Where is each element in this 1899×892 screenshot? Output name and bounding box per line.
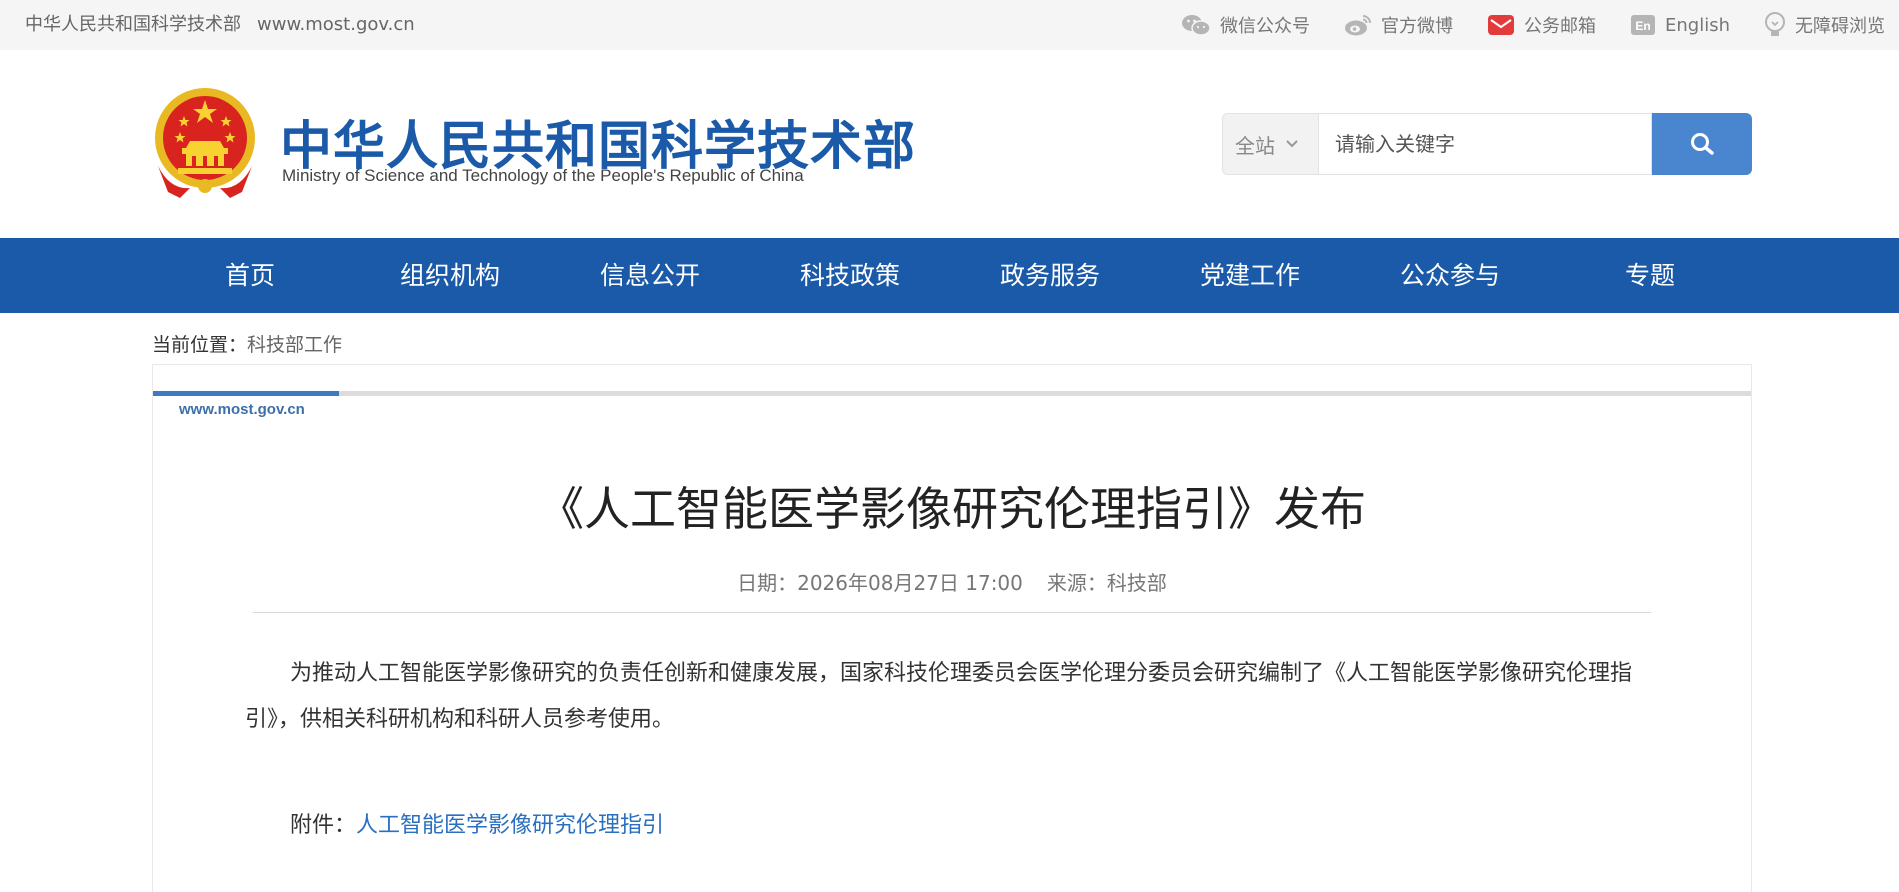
english-label: English [1665,14,1730,36]
topbar-links: 微信公众号 官方微博 公务邮箱 En English 无障碍浏览 [1147,0,1885,50]
search-button[interactable] [1652,113,1752,175]
article-body: 为推动人工智能医学影像研究的负责任创新和健康发展，国家科技伦理委员会医学伦理分委… [245,661,1633,732]
article-date: 2026年08月27日 17:00 [797,571,1023,595]
search-scope-label: 全站 [1235,133,1275,158]
article-meta: 日期：2026年08月27日 17:00 来源：科技部 [153,567,1751,596]
site-header: 中华人民共和国科学技术部 Ministry of Science and Tec… [0,50,1899,238]
nav-item-topics[interactable]: 专题 [1550,238,1750,313]
nav-item-information[interactable]: 信息公开 [550,238,750,313]
search-input[interactable] [1318,113,1652,175]
site-subtitle: Ministry of Science and Technology of th… [282,166,804,185]
card-top-rule [153,391,1751,396]
search-icon [1691,133,1714,155]
card-site-url: www.most.gov.cn [179,401,305,418]
article-title: 《人工智能医学影像研究伦理指引》发布 [538,482,1366,536]
meta-divider [253,612,1651,613]
breadcrumb-label: 当前位置： [152,334,248,356]
nav-item-home[interactable]: 首页 [150,238,350,313]
article-source: 科技部 [1106,571,1167,595]
attachment-label: 附件： [290,813,357,838]
nav-item-organization[interactable]: 组织机构 [350,238,550,313]
nav-item-services[interactable]: 政务服务 [950,238,1150,313]
topbar-left: 中华人民共和国科学技术部 www.most.gov.cn [25,0,415,50]
nav-item-public[interactable]: 公众参与 [1350,238,1550,313]
top-utility-bar: 中华人民共和国科学技术部 www.most.gov.cn 微信公众号 官方微博 [0,0,1899,50]
date-label: 日期： [737,571,798,595]
nav-item-policy[interactable]: 科技政策 [750,238,950,313]
accessibility-link[interactable]: 无障碍浏览 [1764,12,1885,38]
mail-label: 公务邮箱 [1524,16,1596,37]
english-link[interactable]: En English [1630,14,1730,36]
wechat-label: 微信公众号 [1220,16,1310,37]
breadcrumb-current[interactable]: 科技部工作 [247,334,342,356]
mail-link[interactable]: 公务邮箱 [1487,12,1596,38]
topbar-site-url: www.most.gov.cn [257,14,415,35]
accessibility-icon [1765,12,1785,36]
national-emblem-icon[interactable] [150,86,260,200]
wechat-link[interactable]: 微信公众号 [1181,12,1310,38]
weibo-icon [1345,15,1371,36]
search-scope-select[interactable]: 全站 [1222,113,1318,175]
accessibility-label: 无障碍浏览 [1795,16,1885,37]
search-bar: 全站 [1222,113,1752,175]
attachment: 附件：人工智能医学影像研究伦理指引 [290,807,664,839]
mail-icon [1488,15,1514,35]
svg-text:En: En [1635,19,1650,33]
nav-item-party[interactable]: 党建工作 [1150,238,1350,313]
weibo-link[interactable]: 官方微博 [1344,12,1453,38]
main-nav: 首页 组织机构 信息公开 科技政策 政务服务 党建工作 公众参与 专题 [0,238,1899,313]
card-accent-rule [153,391,339,396]
source-label: 来源： [1046,571,1107,595]
english-icon: En [1631,15,1655,35]
article-card: www.most.gov.cn 《人工智能医学影像研究伦理指引》发布 日期：20… [152,364,1752,892]
weibo-label: 官方微博 [1381,16,1453,37]
wechat-icon [1182,15,1211,36]
topbar-org-name: 中华人民共和国科学技术部 [25,14,241,35]
attachment-link[interactable]: 人工智能医学影像研究伦理指引 [356,813,664,838]
chevron-down-icon [1286,140,1298,148]
breadcrumb: 当前位置：科技部工作 [152,330,342,357]
